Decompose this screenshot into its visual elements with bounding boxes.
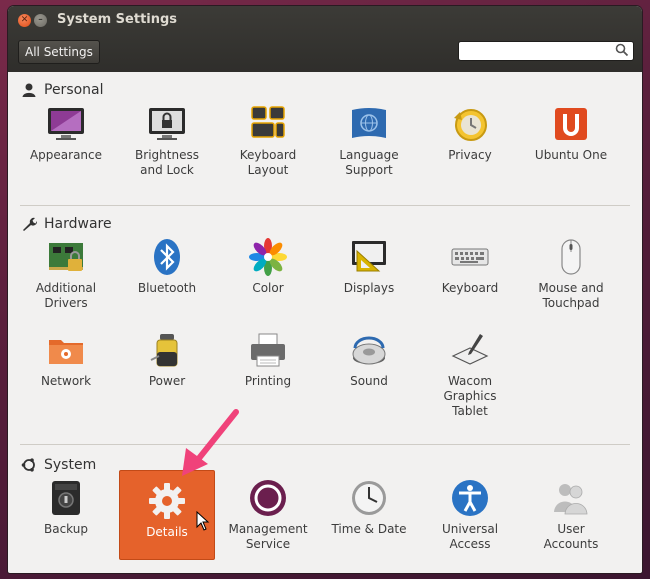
section-hardware-heading: Hardware — [20, 214, 112, 234]
keyboard-layout-icon — [251, 106, 285, 138]
management-service-icon — [250, 480, 286, 516]
section-title: Personal — [44, 82, 104, 98]
item-appearance[interactable]: Appearance — [16, 104, 116, 163]
item-language-support[interactable]: Language Support — [319, 104, 419, 178]
item-wacom-tablet[interactable]: Wacom Graphics Tablet — [420, 330, 520, 419]
item-keyboard[interactable]: Keyboard — [420, 237, 520, 296]
section-divider — [20, 444, 630, 445]
item-bluetooth[interactable]: Bluetooth — [117, 237, 217, 296]
item-management-service[interactable]: Management Service — [218, 478, 318, 552]
item-mouse-touchpad[interactable]: Mouse and Touchpad — [521, 237, 621, 311]
item-label: Network — [40, 374, 92, 388]
item-displays[interactable]: Displays — [319, 237, 419, 296]
item-label: Keyboard — [441, 281, 499, 295]
item-additional-drivers[interactable]: Additional Drivers — [16, 237, 116, 311]
item-label: Wacom Graphics Tablet — [443, 374, 497, 418]
search-icon — [615, 43, 629, 57]
item-label: Bluetooth — [137, 281, 197, 295]
universal-access-icon — [452, 480, 488, 516]
privacy-icon — [454, 109, 487, 141]
item-label: User Accounts — [543, 522, 599, 551]
close-icon[interactable]: ✕ — [18, 14, 31, 27]
item-label: Management Service — [228, 522, 308, 551]
search-input[interactable] — [458, 41, 634, 61]
item-label: Sound — [350, 374, 388, 388]
section-title: Hardware — [44, 216, 112, 232]
item-printing[interactable]: Printing — [218, 330, 318, 389]
item-label: Additional Drivers — [35, 281, 97, 310]
displays-icon — [352, 241, 386, 272]
item-label: Printing — [244, 374, 292, 388]
wacom-tablet-icon — [451, 334, 489, 365]
user-accounts-icon — [554, 484, 588, 515]
item-label: Backup — [44, 522, 88, 536]
ubuntu-one-icon — [555, 108, 587, 140]
item-backup[interactable]: Backup — [16, 478, 116, 537]
mouse-pointer-icon — [196, 511, 210, 531]
item-power[interactable]: Power — [117, 330, 217, 389]
details-gear-icon — [149, 483, 185, 519]
item-brightness-lock[interactable]: Brightness and Lock — [117, 104, 217, 178]
window-title: System Settings — [57, 12, 178, 27]
section-personal-heading: Personal — [20, 80, 104, 100]
item-label: Power — [148, 374, 186, 388]
color-icon — [249, 238, 287, 276]
item-sound[interactable]: Sound — [319, 330, 419, 389]
power-icon — [150, 334, 178, 367]
clock-icon — [352, 481, 386, 515]
bluetooth-icon — [154, 239, 180, 275]
brightness-lock-icon — [149, 108, 185, 140]
settings-content: Personal Appearance Brightness and Lock — [8, 72, 642, 573]
item-label: Time & Date — [331, 522, 407, 536]
section-title: System — [44, 457, 97, 473]
item-label: Mouse and Touchpad — [538, 281, 604, 310]
item-label: Privacy — [448, 148, 492, 162]
minimize-icon[interactable]: – — [34, 14, 47, 27]
ubuntu-logo-icon — [20, 456, 38, 474]
item-label: Appearance — [29, 148, 103, 162]
item-universal-access[interactable]: Universal Access — [420, 478, 520, 552]
network-icon — [49, 340, 83, 364]
appearance-icon — [48, 108, 84, 140]
item-label: Language Support — [339, 148, 399, 177]
keyboard-icon — [451, 248, 489, 266]
additional-drivers-icon — [49, 243, 83, 271]
wrench-icon — [20, 215, 38, 233]
item-label: Universal Access — [441, 522, 499, 551]
person-icon — [20, 81, 38, 99]
title-bar: ✕ – System Settings All Settings — [8, 6, 642, 72]
item-ubuntu-one[interactable]: Ubuntu One — [521, 104, 621, 163]
all-settings-button[interactable]: All Settings — [18, 40, 100, 64]
sound-icon — [352, 336, 386, 365]
section-system-heading: System — [20, 455, 96, 475]
item-keyboard-layout[interactable]: Keyboard Layout — [218, 104, 318, 178]
item-privacy[interactable]: Privacy — [420, 104, 520, 163]
system-settings-window: ✕ – System Settings All Settings Persona… — [8, 6, 642, 573]
item-label: Displays — [343, 281, 395, 295]
item-network[interactable]: Network — [16, 330, 116, 389]
item-label: Keyboard Layout — [239, 148, 297, 177]
mouse-icon — [561, 239, 581, 275]
printer-icon — [251, 333, 285, 367]
backup-icon — [52, 481, 80, 515]
item-time-date[interactable]: Time & Date — [319, 478, 419, 537]
item-label: Ubuntu One — [534, 148, 608, 162]
item-color[interactable]: Color — [218, 237, 318, 296]
item-user-accounts[interactable]: User Accounts — [521, 478, 621, 552]
item-label: Brightness and Lock — [135, 148, 199, 177]
section-divider — [20, 205, 630, 206]
item-label: Color — [252, 281, 284, 295]
language-support-icon — [352, 108, 386, 138]
